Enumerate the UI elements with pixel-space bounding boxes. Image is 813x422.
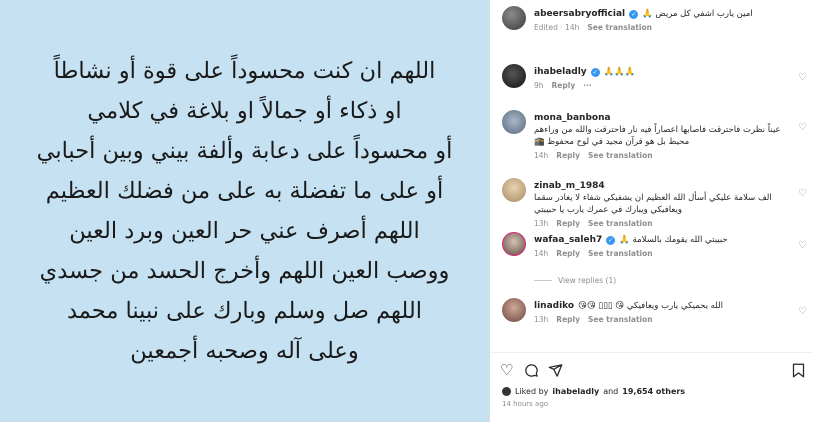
comment-like-heart-icon[interactable]: ♡ [798,306,807,317]
more-options-button[interactable]: ··· [583,80,592,92]
action-bar: ♡ [500,361,805,379]
likes-count[interactable]: 19,654 others [622,387,685,396]
comment-text: امين يارب اشفي كل مريض 🙏 [642,9,753,19]
post-image[interactable]: اللهم ان كنت محسوداً على قوة أو نشاطاً ا… [0,0,490,422]
reply-button[interactable]: Reply [552,80,576,92]
image-text-line: اللهم ان كنت محسوداً على قوة أو نشاطاً [53,58,436,84]
likes-prefix: Liked by [515,387,549,396]
comment-text: الله يحميكي يارب ويعافيكي 😘 ▯▯▯ 😘😘 [578,301,723,311]
comment-text: الف سلامة عليكي أسأل الله العظيم ان يشفي… [534,193,772,215]
comment-time: 9h [534,81,544,90]
avatar[interactable] [502,64,526,88]
comment-username[interactable]: wafaa_saleh7 [534,234,602,246]
comment-time: 14h [534,249,549,258]
comment-username[interactable]: ihabeladly [534,66,587,78]
avatar[interactable] [502,178,526,202]
comment-time: Edited · 14h [534,23,580,32]
see-translation-link[interactable]: See translation [587,22,652,34]
avatar [502,387,511,396]
see-translation-link[interactable]: See translation [588,218,653,230]
reply-button[interactable]: Reply [556,150,580,162]
comment-text: 🙏🙏🙏 [603,67,636,77]
divider [534,280,552,281]
see-translation-link[interactable]: See translation [588,248,653,260]
image-text-line: أو على ما تفضلة به على من فضلك العظيم [45,178,444,204]
image-text-line: وعلى آله وصحبه أجمعين [130,338,359,364]
comment-time: 14h [534,151,549,160]
likes-user[interactable]: ihabeladly [552,387,599,396]
comment-like-heart-icon[interactable]: ♡ [798,240,807,251]
likes-summary[interactable]: Liked by ihabeladly and 19,654 others [502,387,685,396]
comment-username[interactable]: linadiko [534,300,574,312]
bookmark-icon[interactable] [792,361,805,382]
reply-button[interactable]: Reply [556,218,580,230]
comment-text: حبيبتي الله يقومك بالسلامة 🙏 [619,235,728,245]
reply-button[interactable]: Reply [556,314,580,326]
verified-badge-icon: ✓ [590,68,600,77]
comment-like-heart-icon[interactable]: ♡ [798,122,807,133]
comment-username[interactable]: abeersabryofficial [534,8,625,20]
comment-username[interactable]: zinab_m_1984 [534,180,605,192]
image-text-line: اللهم أصرف عني حر العين وبرد العين [69,218,420,244]
comment-time: 13h [534,219,549,228]
verified-badge-icon: ✓ [606,236,616,245]
see-translation-link[interactable]: See translation [588,314,653,326]
image-text-line: ووصب العين اللهم وأخرج الحسد من جسدي [39,258,450,284]
view-replies-label: View replies (1) [558,276,617,285]
divider [490,352,813,353]
verified-badge-icon: ✓ [629,10,639,19]
comments-panel: abeersabryofficial ✓ امين يارب اشفي كل م… [490,0,813,422]
view-replies-button[interactable]: View replies (1) [534,276,616,285]
avatar[interactable] [502,232,526,256]
comment-time: 13h [534,315,549,324]
image-text-line: اللهم صل وسلم وبارك على نبينا محمد [66,298,422,324]
likes-connector: and [603,387,619,396]
reply-button[interactable]: Reply [556,248,580,260]
comment-like-heart-icon[interactable]: ♡ [798,188,807,199]
comment-text: عيناً نظرت فاحترقت فاصابها اعصاراً فيه ن… [534,125,781,147]
send-icon[interactable] [548,361,563,382]
see-translation-link[interactable]: See translation [588,150,653,162]
image-text-line: أو محسوداً على دعابة وألفة بيني وبين أحب… [36,138,453,164]
heart-icon[interactable]: ♡ [500,361,513,379]
image-text-line: او ذكاء أو جمالاً او بلاغة في كلامي [87,98,402,124]
avatar[interactable] [502,298,526,322]
comment-icon[interactable] [524,361,539,382]
post-timestamp: 14 hours ago [502,400,549,408]
comment-like-heart-icon[interactable]: ♡ [798,72,807,83]
avatar[interactable] [502,6,526,30]
avatar[interactable] [502,110,526,134]
comment-username[interactable]: mona_banbona [534,112,611,124]
